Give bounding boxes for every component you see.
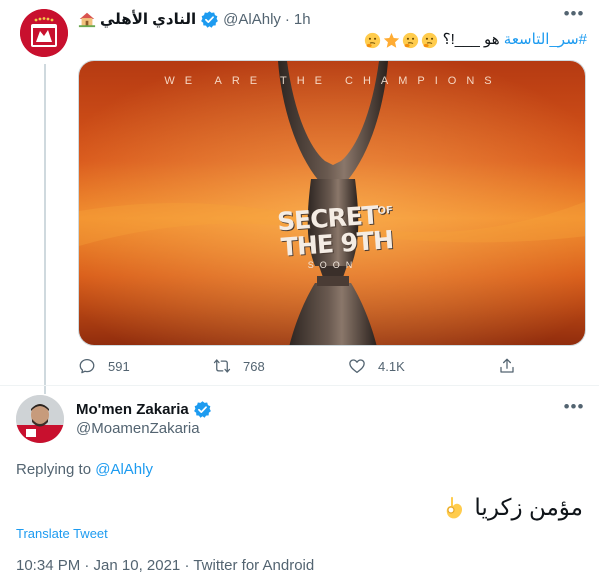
tweet-divider (0, 385, 599, 386)
author-handle[interactable]: @AlAhly (223, 11, 281, 28)
reply-text: مؤمن زكريا (442, 487, 583, 527)
retweet-icon[interactable] (213, 357, 231, 375)
media-subtitle: SOON (307, 260, 359, 270)
replying-to-label: Replying to (16, 461, 92, 478)
reply-text-body: مؤمن زكريا (474, 493, 583, 520)
tweet-timestamp-source[interactable]: 10:34 PM · Jan 10, 2021 · Twitter for An… (16, 557, 314, 574)
like-action[interactable]: 4.1K (348, 357, 483, 375)
reply-action[interactable]: 591 (78, 357, 213, 375)
reply-icon[interactable] (78, 357, 96, 375)
reply-count: 591 (108, 358, 130, 374)
retweet-count: 768 (243, 358, 265, 374)
tweet-media-image[interactable]: WE ARE THE CHAMPIONS SECRETOF THE 9TH SO… (78, 60, 586, 346)
media-title-of: OF (377, 204, 394, 218)
house-emoji-icon (78, 10, 96, 28)
reply-more-options-icon[interactable]: ••• (563, 398, 585, 417)
emoji-group (364, 32, 438, 49)
tweet-header: النادي الأهلي @AlAhly · 1h (78, 9, 588, 29)
author-name[interactable]: النادي الأهلي (100, 10, 196, 28)
reply-author-handle[interactable]: @MoamenZakaria (76, 420, 200, 437)
translate-tweet-link[interactable]: Translate Tweet (16, 526, 108, 541)
replying-to: Replying to @AlAhly (16, 461, 153, 478)
tweet-actions: 591 768 4.1K (78, 356, 578, 376)
media-title: SECRETOF THE 9TH (270, 198, 402, 262)
replying-to-mention[interactable]: @AlAhly (95, 461, 153, 478)
thinking-face-emoji-icon (364, 32, 381, 49)
more-options-icon[interactable]: ••• (563, 5, 585, 24)
avatar[interactable] (20, 9, 68, 57)
separator-dot: · (284, 10, 290, 28)
reply-avatar[interactable] (16, 395, 64, 443)
tweet-text-body: هو ___!؟ (442, 31, 500, 48)
ok-hand-emoji-icon (442, 494, 466, 520)
retweet-action[interactable]: 768 (213, 357, 348, 375)
hashtag-link[interactable]: #سر_التاسعة (504, 31, 587, 48)
star-emoji-icon (383, 32, 400, 49)
tweet-text: #سر_التاسعة هو ___!؟ (107, 30, 587, 50)
reply-author: Mo'men Zakaria (76, 399, 216, 419)
thinking-face-emoji-icon (402, 32, 419, 49)
reply-author-name[interactable]: Mo'men Zakaria (76, 401, 189, 418)
thread-connector-line (44, 64, 46, 394)
heart-icon[interactable] (348, 357, 366, 375)
verified-badge-icon (193, 400, 212, 419)
media-caption-top: WE ARE THE CHAMPIONS (164, 75, 502, 87)
tweet-time[interactable]: 1h (294, 11, 311, 28)
verified-badge-icon (200, 10, 219, 29)
share-icon[interactable] (498, 357, 516, 375)
thinking-face-emoji-icon (421, 32, 438, 49)
like-count: 4.1K (378, 358, 405, 374)
original-tweet[interactable]: النادي الأهلي @AlAhly · 1h ••• #سر_التاس… (0, 0, 599, 394)
